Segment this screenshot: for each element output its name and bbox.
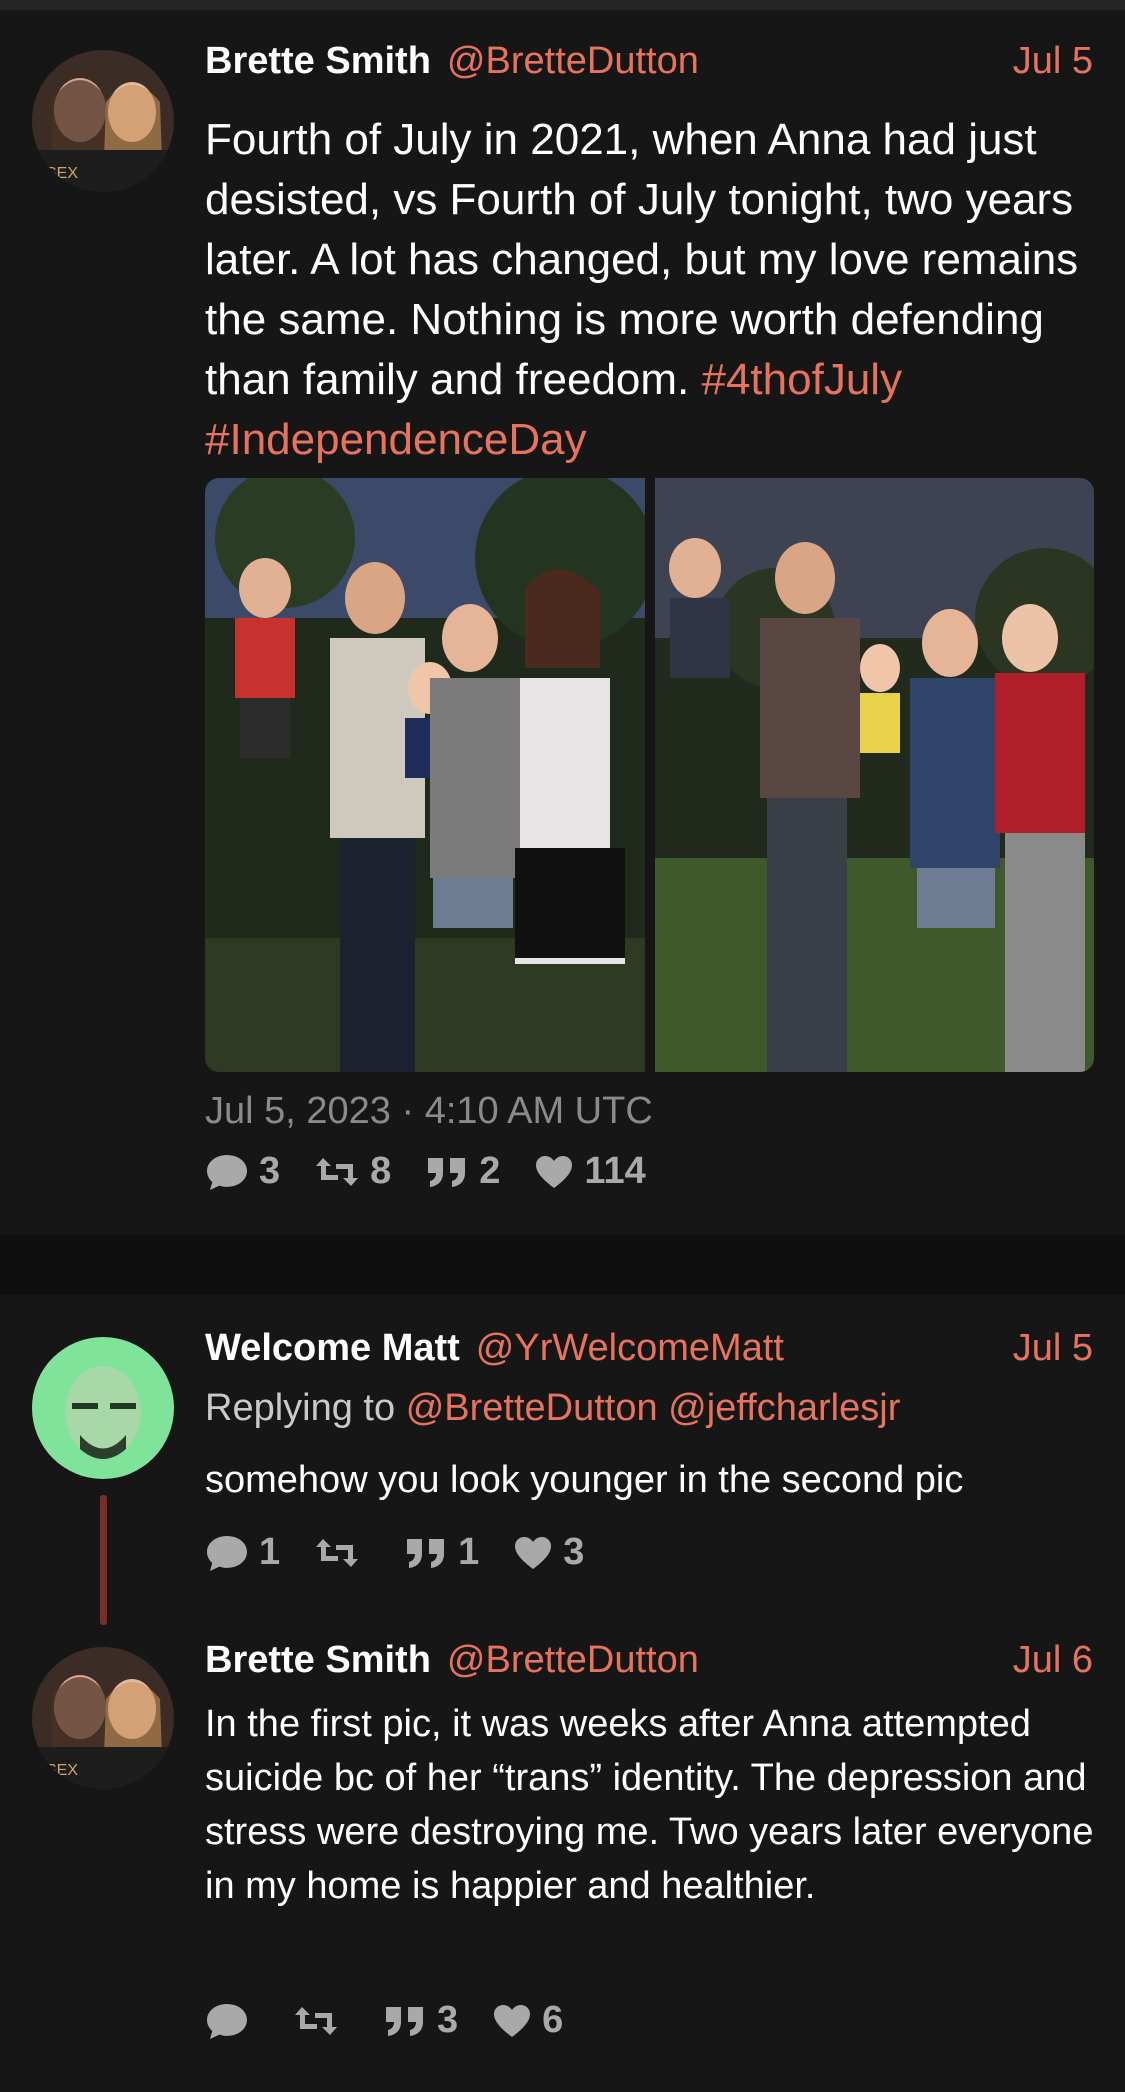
photo-2021[interactable]: [205, 478, 645, 1072]
quote-button[interactable]: 3: [383, 1999, 458, 2042]
user-handle[interactable]: @BretteDutton: [447, 40, 699, 83]
reply-header: Welcome Matt @YrWelcomeMatt Jul 5: [205, 1327, 1093, 1377]
like-count: 6: [542, 1999, 564, 2041]
tweet-text: Fourth of July in 2021, when Anna had ju…: [205, 110, 1105, 470]
reply-text: somehow you look younger in the second p…: [205, 1459, 964, 1501]
retweet-icon: [316, 1157, 359, 1186]
retweet-button[interactable]: [293, 2003, 349, 2039]
reply-button[interactable]: 3: [205, 1150, 280, 1193]
avatar-brette[interactable]: SEX: [32, 1647, 174, 1789]
display-name[interactable]: Brette Smith: [205, 40, 431, 83]
retweet-count: 8: [370, 1150, 392, 1192]
heart-icon: [494, 2004, 531, 2037]
mention-brettedutton[interactable]: @BretteDutton: [406, 1387, 658, 1429]
replying-to: Replying to @BretteDutton @jeffcharlesjr: [205, 1387, 900, 1430]
quote-icon: [407, 1538, 445, 1568]
retweet-button[interactable]: 8: [314, 1150, 391, 1193]
tweet-date[interactable]: Jul 5: [1013, 1327, 1093, 1370]
tweet-date[interactable]: Jul 5: [1013, 40, 1093, 83]
quote-icon: [386, 2006, 423, 2036]
mention-jeffcharlesjr[interactable]: @jeffcharlesjr: [668, 1387, 900, 1429]
tweet-card-main[interactable]: SEX Brette Smith @BretteDutton Jul 5 Fou…: [0, 10, 1125, 1235]
avatar-welcome-matt[interactable]: [32, 1337, 174, 1479]
reply-button[interactable]: [205, 2001, 259, 2041]
reply-text: In the first pic, it was weeks after Ann…: [205, 1703, 1094, 1907]
like-button[interactable]: 3: [513, 1531, 584, 1574]
comment-bubble-icon: [207, 1154, 247, 1190]
retweet-button[interactable]: [314, 1535, 370, 1571]
tweet-body: Fourth of July in 2021, when Anna had ju…: [205, 115, 1079, 404]
retweet-icon: [316, 1538, 359, 1567]
reply-button[interactable]: 1: [205, 1531, 280, 1574]
svg-text:SEX: SEX: [46, 1762, 78, 1779]
tweet-timestamp[interactable]: Jul 5, 2023 · 4:10 AM UTC: [205, 1090, 653, 1133]
like-count: 3: [563, 1531, 585, 1573]
svg-text:SEX: SEX: [46, 165, 78, 182]
replying-prefix: Replying to: [205, 1387, 396, 1429]
quote-count: 2: [479, 1150, 501, 1192]
comment-bubble-icon: [207, 2003, 247, 2039]
user-handle[interactable]: @YrWelcomeMatt: [476, 1327, 784, 1370]
tweet-date[interactable]: Jul 6: [1013, 1639, 1093, 1682]
top-bar: [0, 0, 1125, 10]
reply-thread-card[interactable]: Welcome Matt @YrWelcomeMatt Jul 5 Replyi…: [0, 1295, 1125, 2092]
photo-gallery[interactable]: [205, 478, 1094, 1072]
reply-header: Brette Smith @BretteDutton Jul 6: [205, 1639, 1093, 1689]
hashtag-independenceday[interactable]: #IndependenceDay: [205, 415, 587, 464]
display-name[interactable]: Welcome Matt: [205, 1327, 460, 1370]
retweet-icon: [295, 2006, 337, 2035]
tweet-stats: 3 8 2 114: [205, 1150, 646, 1193]
heart-icon: [536, 1155, 573, 1188]
quote-count: 3: [437, 1999, 459, 2041]
photo-2023[interactable]: [654, 478, 1094, 1072]
user-handle[interactable]: @BretteDutton: [447, 1639, 699, 1682]
quote-button[interactable]: 1: [404, 1531, 479, 1574]
reply-stats: 3 6: [205, 1999, 563, 2042]
quote-count: 1: [458, 1531, 480, 1573]
avatar-brette[interactable]: SEX: [32, 50, 174, 192]
like-count: 114: [584, 1150, 646, 1192]
display-name[interactable]: Brette Smith: [205, 1639, 431, 1682]
reply-count: 3: [259, 1150, 281, 1192]
reply-stats: 1 1 3: [205, 1531, 584, 1574]
hashtag-4thofjuly[interactable]: #4thofJuly: [701, 355, 902, 404]
quote-button[interactable]: 2: [425, 1150, 500, 1193]
thread-connector: [100, 1495, 107, 1625]
reply-count: 1: [259, 1531, 281, 1573]
like-button[interactable]: 6: [492, 1999, 563, 2042]
like-button[interactable]: 114: [534, 1150, 646, 1193]
comment-bubble-icon: [207, 1535, 247, 1571]
tweet-header: Brette Smith @BretteDutton Jul 5: [205, 40, 1093, 90]
heart-icon: [515, 1536, 552, 1569]
quote-icon: [428, 1157, 466, 1187]
